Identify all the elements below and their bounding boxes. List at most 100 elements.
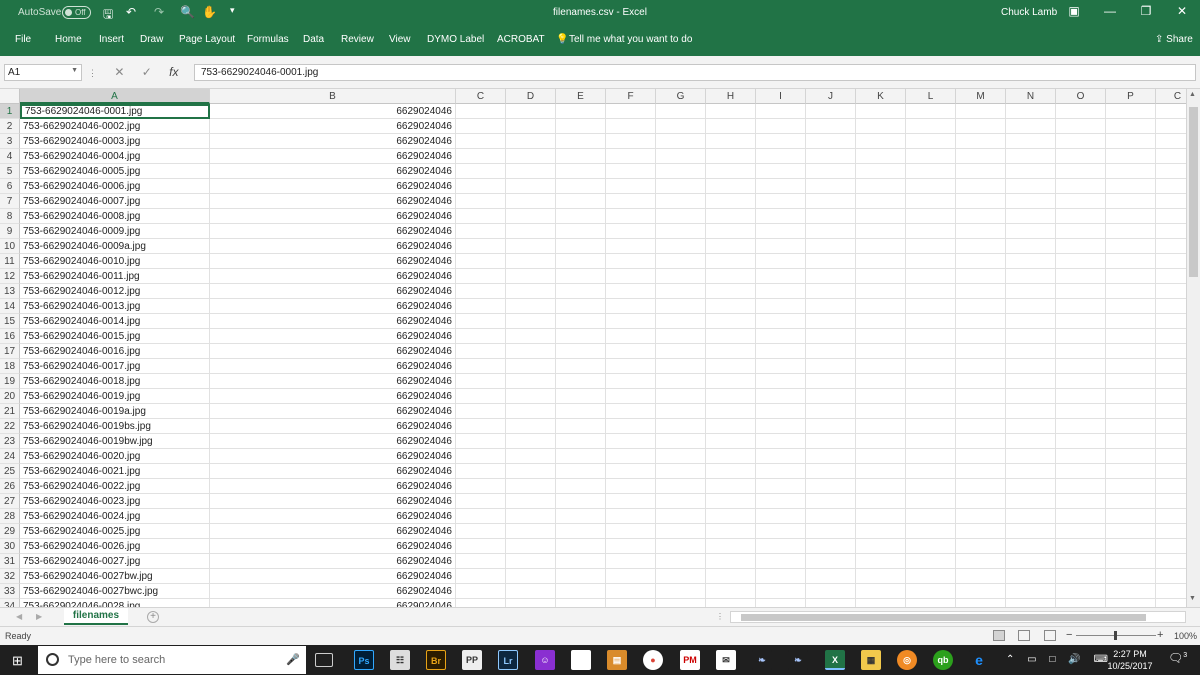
chevron-down-icon[interactable]: ▼ — [71, 67, 78, 74]
page-layout-view-icon[interactable] — [1018, 630, 1030, 641]
empty-cell[interactable] — [656, 194, 706, 209]
empty-cell[interactable] — [706, 314, 756, 329]
photoshop-icon[interactable]: Ps — [354, 650, 374, 670]
empty-cell[interactable] — [906, 449, 956, 464]
empty-cell[interactable] — [756, 494, 806, 509]
cell-b[interactable]: 6629024046 — [210, 329, 456, 344]
empty-cell[interactable] — [906, 434, 956, 449]
empty-cell[interactable] — [656, 389, 706, 404]
next-sheet-icon[interactable]: ▶ — [36, 612, 42, 621]
page-break-view-icon[interactable] — [1044, 630, 1056, 641]
empty-cell[interactable] — [456, 449, 506, 464]
empty-cell[interactable] — [756, 314, 806, 329]
empty-cell[interactable] — [1156, 389, 1186, 404]
empty-cell[interactable] — [606, 509, 656, 524]
empty-cell[interactable] — [906, 479, 956, 494]
empty-cell[interactable] — [906, 554, 956, 569]
empty-cell[interactable] — [706, 359, 756, 374]
empty-cell[interactable] — [856, 254, 906, 269]
empty-cell[interactable] — [556, 524, 606, 539]
empty-cell[interactable] — [906, 404, 956, 419]
normal-view-icon[interactable] — [993, 630, 1005, 641]
empty-cell[interactable] — [1006, 599, 1056, 607]
empty-cell[interactable] — [1106, 269, 1156, 284]
row-header[interactable]: 19 — [0, 374, 20, 389]
empty-cell[interactable] — [606, 404, 656, 419]
empty-cell[interactable] — [756, 419, 806, 434]
empty-cell[interactable] — [906, 359, 956, 374]
empty-cell[interactable] — [806, 524, 856, 539]
document-icon[interactable] — [571, 650, 591, 670]
empty-cell[interactable] — [1156, 404, 1186, 419]
empty-cell[interactable] — [956, 239, 1006, 254]
empty-cell[interactable] — [906, 599, 956, 607]
empty-cell[interactable] — [756, 104, 806, 119]
row-header[interactable]: 8 — [0, 209, 20, 224]
cell-b[interactable]: 6629024046 — [210, 119, 456, 134]
empty-cell[interactable] — [506, 404, 556, 419]
cell-a[interactable]: 753-6629024046-0024.jpg — [20, 509, 210, 524]
empty-cell[interactable] — [1056, 134, 1106, 149]
cell-b[interactable]: 6629024046 — [210, 599, 456, 607]
empty-cell[interactable] — [556, 464, 606, 479]
sheet-tab-filenames[interactable]: filenames — [64, 608, 128, 625]
empty-cell[interactable] — [706, 434, 756, 449]
network-icon[interactable]: □ — [1049, 654, 1055, 665]
row-header[interactable]: 20 — [0, 389, 20, 404]
empty-cell[interactable] — [1106, 254, 1156, 269]
row-header[interactable]: 2 — [0, 119, 20, 134]
empty-cell[interactable] — [1106, 149, 1156, 164]
empty-cell[interactable] — [456, 404, 506, 419]
empty-cell[interactable] — [1156, 209, 1186, 224]
empty-cell[interactable] — [856, 149, 906, 164]
empty-cell[interactable] — [1006, 389, 1056, 404]
empty-cell[interactable] — [1106, 419, 1156, 434]
empty-cell[interactable] — [906, 509, 956, 524]
empty-cell[interactable] — [956, 539, 1006, 554]
empty-cell[interactable] — [1156, 509, 1186, 524]
empty-cell[interactable] — [856, 494, 906, 509]
empty-cell[interactable] — [506, 494, 556, 509]
empty-cell[interactable] — [656, 344, 706, 359]
empty-cell[interactable] — [756, 464, 806, 479]
empty-cell[interactable] — [756, 479, 806, 494]
ribbon-display-icon[interactable]: ▣ — [1054, 4, 1094, 18]
row-header[interactable]: 12 — [0, 269, 20, 284]
cell-a[interactable]: 753-6629024046-0003.jpg — [20, 134, 210, 149]
empty-cell[interactable] — [856, 344, 906, 359]
internet-explorer-icon[interactable]: e — [969, 650, 989, 670]
empty-cell[interactable] — [1156, 314, 1186, 329]
empty-cell[interactable] — [956, 164, 1006, 179]
empty-cell[interactable] — [756, 404, 806, 419]
cell-b[interactable]: 6629024046 — [210, 344, 456, 359]
empty-cell[interactable] — [556, 359, 606, 374]
cell-a[interactable]: 753-6629024046-0009.jpg — [20, 224, 210, 239]
empty-cell[interactable] — [1056, 479, 1106, 494]
column-header[interactable]: D — [506, 89, 556, 104]
empty-cell[interactable] — [456, 224, 506, 239]
empty-cell[interactable] — [456, 329, 506, 344]
empty-cell[interactable] — [956, 269, 1006, 284]
empty-cell[interactable] — [1056, 419, 1106, 434]
empty-cell[interactable] — [1056, 164, 1106, 179]
empty-cell[interactable] — [556, 179, 606, 194]
empty-cell[interactable] — [806, 599, 856, 607]
empty-cell[interactable] — [706, 104, 756, 119]
empty-cell[interactable] — [756, 149, 806, 164]
empty-cell[interactable] — [856, 539, 906, 554]
empty-cell[interactable] — [556, 449, 606, 464]
cell-a[interactable]: 753-6629024046-0013.jpg — [20, 299, 210, 314]
empty-cell[interactable] — [456, 284, 506, 299]
empty-cell[interactable] — [506, 599, 556, 607]
empty-cell[interactable] — [1006, 119, 1056, 134]
column-header[interactable]: G — [656, 89, 706, 104]
empty-cell[interactable] — [1056, 179, 1106, 194]
empty-cell[interactable] — [1106, 389, 1156, 404]
empty-cell[interactable] — [506, 344, 556, 359]
mail-icon[interactable]: ✉ — [716, 650, 736, 670]
cell-b[interactable]: 6629024046 — [210, 464, 456, 479]
empty-cell[interactable] — [456, 359, 506, 374]
cell-a[interactable]: 753-6629024046-0004.jpg — [20, 149, 210, 164]
empty-cell[interactable] — [556, 209, 606, 224]
empty-cell[interactable] — [956, 284, 1006, 299]
